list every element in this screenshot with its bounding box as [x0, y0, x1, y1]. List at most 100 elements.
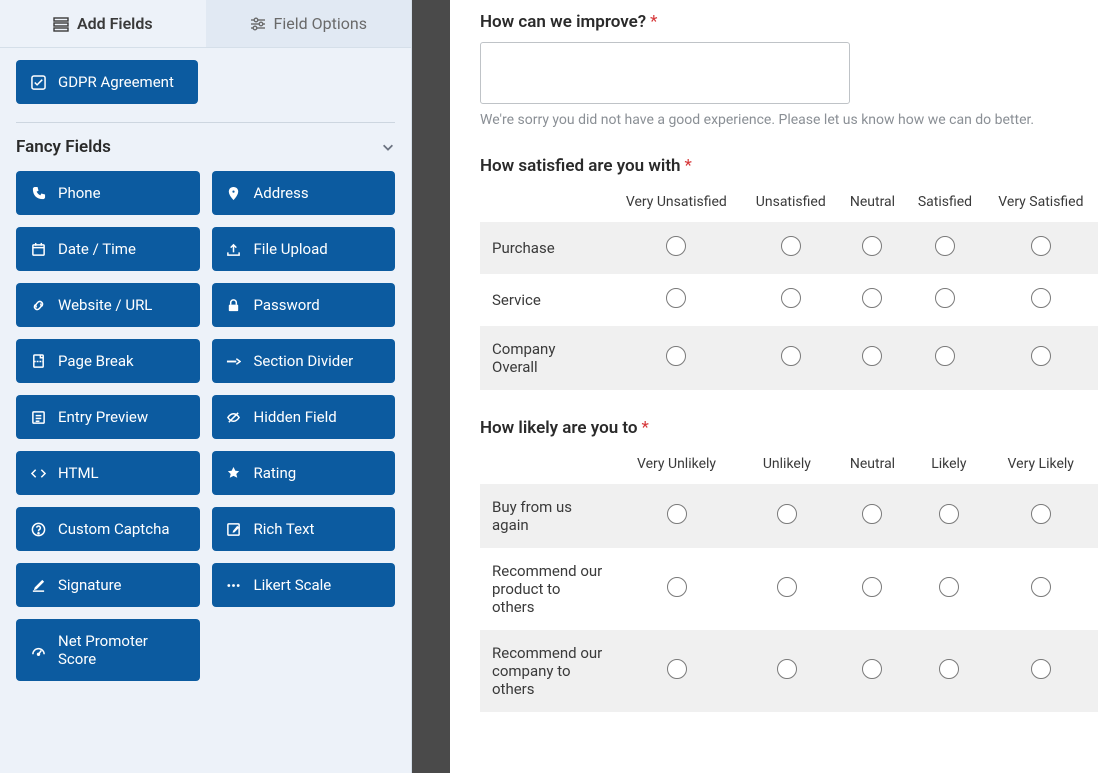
star-icon: [226, 465, 242, 481]
field-label: Rich Text: [254, 520, 315, 538]
likert-radio[interactable]: [1031, 236, 1051, 256]
field-hidden-field[interactable]: Hidden Field: [212, 395, 396, 439]
field-likert-scale[interactable]: Likert Scale: [212, 563, 396, 607]
likert-col-header: Very Likely: [983, 448, 1098, 484]
likert-radio[interactable]: [667, 504, 687, 524]
nps-icon: [30, 642, 46, 658]
tab-field-options[interactable]: Field Options: [206, 0, 412, 47]
likert-radio[interactable]: [935, 346, 955, 366]
likert-radio[interactable]: [781, 346, 801, 366]
field-net-promoter-score[interactable]: Net Promoter Score: [16, 619, 200, 681]
likert-radio[interactable]: [939, 659, 959, 679]
likert-radio[interactable]: [1031, 577, 1051, 597]
question-hint: We're sorry you did not have a good expe…: [480, 112, 1098, 128]
field-password[interactable]: Password: [212, 283, 396, 327]
likert-radio[interactable]: [935, 288, 955, 308]
field-label: Address: [254, 184, 309, 202]
field-label: Password: [254, 296, 320, 314]
likert-radio[interactable]: [667, 577, 687, 597]
field-html[interactable]: HTML: [16, 451, 200, 495]
likert-col-header: Very Unsatisfied: [610, 186, 743, 222]
field-label: Net Promoter Score: [58, 632, 186, 668]
field-date-time[interactable]: Date / Time: [16, 227, 200, 271]
field-label: Date / Time: [58, 240, 136, 258]
likert-radio[interactable]: [666, 288, 686, 308]
lock-icon: [226, 297, 242, 313]
likert-col-header: Unsatisfied: [743, 186, 839, 222]
likert-radio[interactable]: [667, 659, 687, 679]
tab-add-fields[interactable]: Add Fields: [0, 0, 206, 47]
section-title: Fancy Fields: [16, 137, 111, 157]
section-header-fancy-fields[interactable]: Fancy Fields: [16, 137, 395, 157]
question-satisfaction: How satisfied are you with* Very Unsatis…: [480, 156, 1098, 390]
likert-radio[interactable]: [777, 504, 797, 524]
panel-divider: [412, 0, 450, 773]
field-section-divider[interactable]: Section Divider: [212, 339, 396, 383]
html-icon: [30, 465, 46, 481]
phone-icon: [30, 185, 46, 201]
likert-radio[interactable]: [862, 577, 882, 597]
likert-row: Company Overall: [480, 326, 1098, 390]
likert-radio[interactable]: [1031, 288, 1051, 308]
question-improve: How can we improve?* We're sorry you did…: [480, 12, 1098, 128]
likert-radio[interactable]: [939, 577, 959, 597]
pagebreak-icon: [30, 353, 46, 369]
likert-row: Purchase: [480, 222, 1098, 274]
likert-row: Recommend our company to others: [480, 630, 1098, 712]
likert-row-label: Buy from us again: [480, 484, 610, 548]
likert-col-header: Very Unlikely: [610, 448, 743, 484]
likert-radio[interactable]: [862, 346, 882, 366]
field-rich-text[interactable]: Rich Text: [212, 507, 396, 551]
required-indicator: *: [685, 156, 692, 176]
likert-radio[interactable]: [666, 236, 686, 256]
likert-row-label: Recommend our product to others: [480, 548, 610, 630]
likert-radio[interactable]: [939, 504, 959, 524]
field-gdpr-agreement[interactable]: GDPR Agreement: [16, 60, 198, 104]
likert-radio[interactable]: [777, 659, 797, 679]
likert-radio[interactable]: [1031, 504, 1051, 524]
sidebar-body: GDPR Agreement Fancy Fields Phone Address…: [0, 48, 411, 701]
likert-row-label: Recommend our company to others: [480, 630, 610, 712]
likert-col-header: Neutral: [831, 448, 915, 484]
field-phone[interactable]: Phone: [16, 171, 200, 215]
likert-radio[interactable]: [1031, 659, 1051, 679]
improve-textarea[interactable]: [480, 42, 850, 104]
field-entry-preview[interactable]: Entry Preview: [16, 395, 200, 439]
field-label: Section Divider: [254, 352, 354, 370]
likert-radio[interactable]: [781, 288, 801, 308]
likert-col-header: Satisfied: [906, 186, 984, 222]
field-website-url[interactable]: Website / URL: [16, 283, 200, 327]
richtext-icon: [226, 521, 242, 537]
required-indicator: *: [650, 12, 657, 32]
likert-radio[interactable]: [666, 346, 686, 366]
likert-radio[interactable]: [862, 659, 882, 679]
likert-radio[interactable]: [935, 236, 955, 256]
likert-row-label: Service: [480, 274, 610, 326]
likert-radio[interactable]: [1031, 346, 1051, 366]
sidebar: Add Fields Field Options GDPR Agreement: [0, 0, 412, 773]
field-label: Website / URL: [58, 296, 152, 314]
likert-radio[interactable]: [862, 288, 882, 308]
preview-icon: [30, 409, 46, 425]
field-page-break[interactable]: Page Break: [16, 339, 200, 383]
likert-radio[interactable]: [777, 577, 797, 597]
likert-radio[interactable]: [862, 236, 882, 256]
field-label: File Upload: [254, 240, 328, 258]
tab-add-fields-label: Add Fields: [77, 14, 153, 33]
likert-row-label: Company Overall: [480, 326, 610, 390]
field-label: GDPR Agreement: [58, 73, 174, 91]
field-address[interactable]: Address: [212, 171, 396, 215]
field-file-upload[interactable]: File Upload: [212, 227, 396, 271]
field-rating[interactable]: Rating: [212, 451, 396, 495]
hidden-icon: [226, 409, 242, 425]
field-label: Phone: [58, 184, 101, 202]
link-icon: [30, 297, 46, 313]
likert-radio[interactable]: [781, 236, 801, 256]
question-label: How can we improve?*: [480, 12, 1098, 32]
sidebar-tabs: Add Fields Field Options: [0, 0, 411, 48]
field-custom-captcha[interactable]: Custom Captcha: [16, 507, 200, 551]
field-signature[interactable]: Signature: [16, 563, 200, 607]
likert-col-header: Neutral: [839, 186, 906, 222]
likert-col-header: Likely: [914, 448, 983, 484]
likert-radio[interactable]: [862, 504, 882, 524]
